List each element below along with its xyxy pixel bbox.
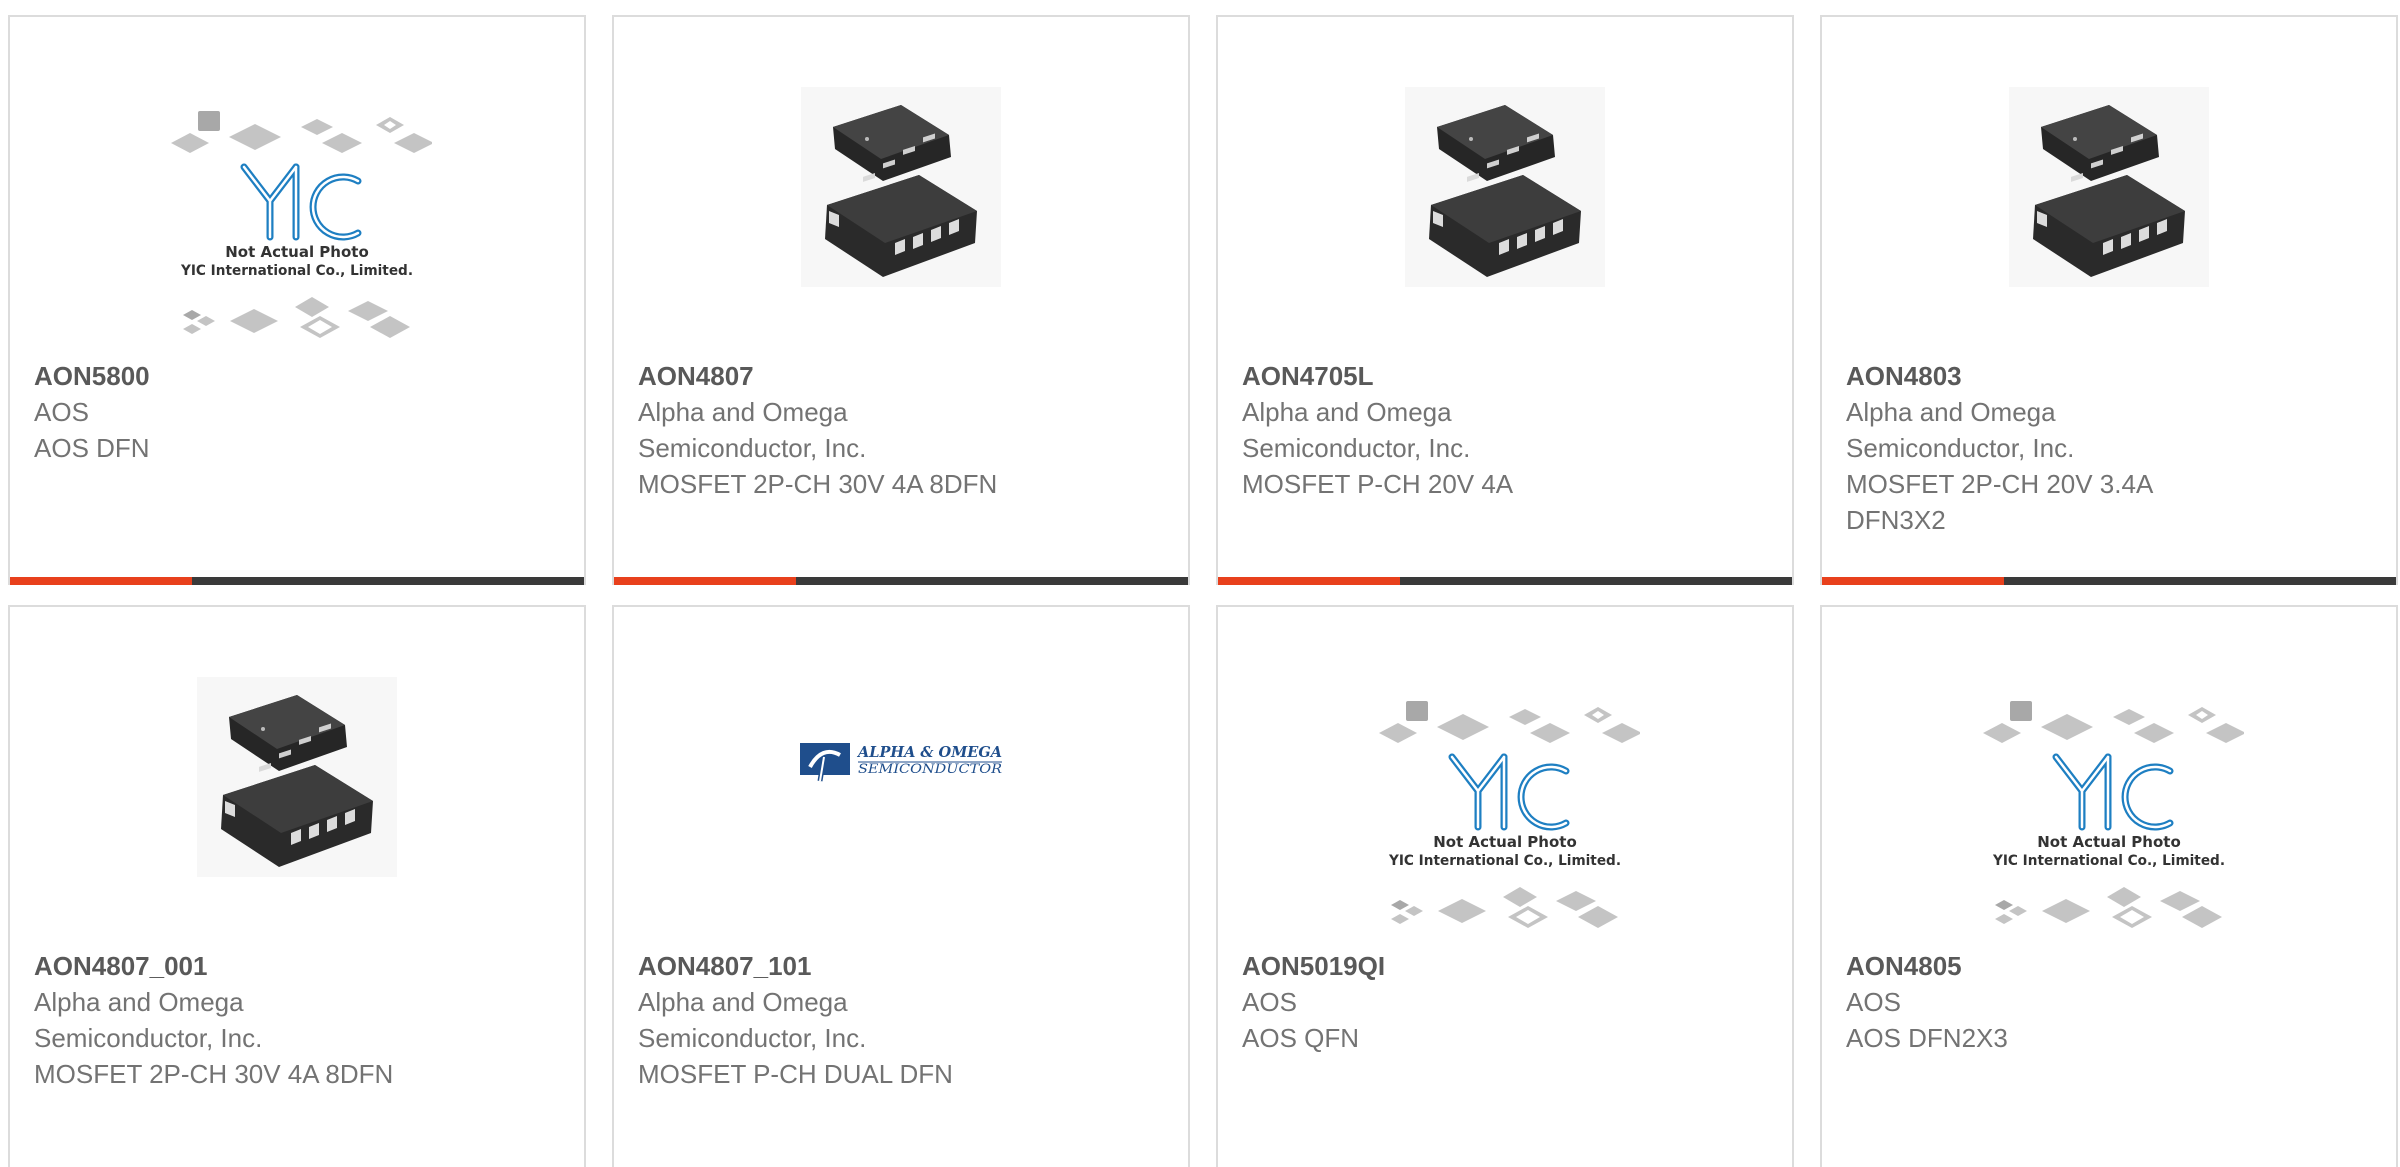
product-card[interactable]: Not Actual Photo YIC International Co., L… bbox=[1216, 605, 1794, 1167]
part-number-link[interactable]: AON4807 bbox=[638, 358, 1168, 394]
manufacturer-name: AOS bbox=[34, 397, 89, 427]
product-card[interactable]: Not Actual Photo YIC International Co., L… bbox=[1820, 605, 2398, 1167]
part-number-link[interactable]: AON4705L bbox=[1242, 358, 1772, 394]
part-number-link[interactable]: AON4807_001 bbox=[34, 948, 564, 984]
product-info: AON4805 AOS AOS DFN2X3 bbox=[1846, 948, 2376, 1056]
card-hover-bar bbox=[1218, 577, 1792, 585]
manufacturer-name: Alpha and Omega bbox=[638, 987, 848, 1017]
product-detail-line: Semiconductor, Inc. bbox=[638, 1023, 867, 1053]
product-detail-line: MOSFET 2P-CH 20V 3.4A bbox=[1846, 469, 2154, 499]
manufacturer-name: Alpha and Omega bbox=[1846, 397, 2056, 427]
dfn-chip-image bbox=[197, 677, 397, 877]
product-card[interactable]: Not Actual Photo YIC International Co., L… bbox=[8, 15, 586, 585]
product-detail-line: AOS DFN2X3 bbox=[1846, 1023, 2008, 1053]
product-detail-line: Semiconductor, Inc. bbox=[34, 1023, 263, 1053]
company-name-text: YIC International Co., Limited. bbox=[180, 263, 413, 279]
product-detail-line: AOS DFN bbox=[34, 433, 150, 463]
manufacturer-name: Alpha and Omega bbox=[638, 397, 848, 427]
card-accent-segment bbox=[10, 577, 192, 585]
card-hover-bar bbox=[614, 577, 1188, 585]
product-info: AON5800 AOS AOS DFN bbox=[34, 358, 564, 466]
manufacturer-name: Alpha and Omega bbox=[34, 987, 244, 1017]
svg-text:SEMICONDUCTOR: SEMICONDUCTOR bbox=[858, 762, 1002, 777]
part-number-link[interactable]: AON4807_101 bbox=[638, 948, 1168, 984]
part-number-link[interactable]: AON4805 bbox=[1846, 948, 2376, 984]
product-description: MOSFET P-CH 20V 4A bbox=[1242, 469, 1514, 499]
product-info: AON4807 Alpha and Omega Semiconductor, Inc… bbox=[638, 358, 1168, 502]
product-image[interactable]: Not Actual Photo YIC International Co., L… bbox=[1822, 607, 2396, 952]
product-detail-line: AOS QFN bbox=[1242, 1023, 1360, 1053]
not-actual-photo-text: Not Actual Photo bbox=[1433, 833, 1577, 851]
product-detail-line: Semiconductor, Inc. bbox=[1242, 433, 1471, 463]
product-info: AON5019QI AOS AOS QFN bbox=[1242, 948, 1772, 1056]
manufacturer-name: AOS bbox=[1846, 987, 1901, 1017]
product-image[interactable] bbox=[10, 607, 584, 952]
product-image[interactable]: Not Actual Photo YIC International Co., L… bbox=[1218, 607, 1792, 952]
product-card[interactable]: AON4807_001 Alpha and Omega Semiconductor,… bbox=[8, 605, 586, 1167]
yic-placeholder-image: Not Actual Photo YIC International Co., L… bbox=[1379, 701, 1640, 928]
manufacturer-name: AOS bbox=[1242, 987, 1297, 1017]
dfn-chip-image bbox=[801, 87, 1001, 287]
alpha-omega-logo: ALPHA & OMEGASEMICONDUCTOR bbox=[800, 743, 1002, 782]
product-info: AON4705L Alpha and Omega Semiconductor, In… bbox=[1242, 358, 1772, 502]
not-actual-photo-text: Not Actual Photo bbox=[225, 243, 369, 261]
dfn-chip-image bbox=[1405, 87, 1605, 287]
yic-placeholder-image: Not Actual Photo YIC International Co., L… bbox=[1983, 701, 2244, 928]
part-number-link[interactable]: AON5019QI bbox=[1242, 948, 1772, 984]
not-actual-photo-text: Not Actual Photo bbox=[2037, 833, 2181, 851]
card-hover-bar bbox=[1822, 577, 2396, 585]
product-info: AON4807_101 Alpha and Omega Semiconductor,… bbox=[638, 948, 1168, 1092]
product-image[interactable]: ALPHA & OMEGA SEMICONDUCTOR bbox=[614, 607, 1188, 952]
product-detail-line: Semiconductor, Inc. bbox=[1846, 433, 2075, 463]
company-name-text: YIC International Co., Limited. bbox=[1992, 853, 2225, 869]
product-card[interactable]: AON4803 Alpha and Omega Semiconductor, Inc… bbox=[1820, 15, 2398, 585]
card-accent-segment bbox=[614, 577, 796, 585]
card-accent-segment bbox=[1218, 577, 1400, 585]
card-accent-segment bbox=[1822, 577, 2004, 585]
company-name-text: YIC International Co., Limited. bbox=[1388, 853, 1621, 869]
product-card[interactable]: AON4705L Alpha and Omega Semiconductor, In… bbox=[1216, 15, 1794, 585]
part-number-link[interactable]: AON5800 bbox=[34, 358, 564, 394]
yic-placeholder-image: Not Actual Photo YIC International Co., L… bbox=[171, 111, 432, 338]
product-image[interactable] bbox=[614, 17, 1188, 362]
product-detail-line: Semiconductor, Inc. bbox=[638, 433, 867, 463]
product-description: MOSFET 2P-CH 30V 4A 8DFN bbox=[34, 1059, 394, 1089]
product-info: AON4803 Alpha and Omega Semiconductor, Inc… bbox=[1846, 358, 2376, 538]
svg-text:ALPHA & OMEGA: ALPHA & OMEGA bbox=[856, 743, 1002, 761]
card-hover-bar bbox=[10, 577, 584, 585]
product-image[interactable] bbox=[1218, 17, 1792, 362]
product-image[interactable] bbox=[1822, 17, 2396, 362]
product-card[interactable]: ALPHA & OMEGA SEMICONDUCTOR AON4807_101 Alp… bbox=[612, 605, 1190, 1167]
product-description: MOSFET 2P-CH 30V 4A 8DFN bbox=[638, 469, 998, 499]
product-info: AON4807_001 Alpha and Omega Semiconductor,… bbox=[34, 948, 564, 1092]
dfn-chip-image bbox=[2009, 87, 2209, 287]
product-description: MOSFET P-CH DUAL DFN bbox=[638, 1059, 953, 1089]
manufacturer-name: Alpha and Omega bbox=[1242, 397, 1452, 427]
product-card[interactable]: AON4807 Alpha and Omega Semiconductor, Inc… bbox=[612, 15, 1190, 585]
part-number-link[interactable]: AON4803 bbox=[1846, 358, 2376, 394]
product-description: DFN3X2 bbox=[1846, 505, 1946, 535]
product-image[interactable]: Not Actual Photo YIC International Co., L… bbox=[10, 17, 584, 362]
